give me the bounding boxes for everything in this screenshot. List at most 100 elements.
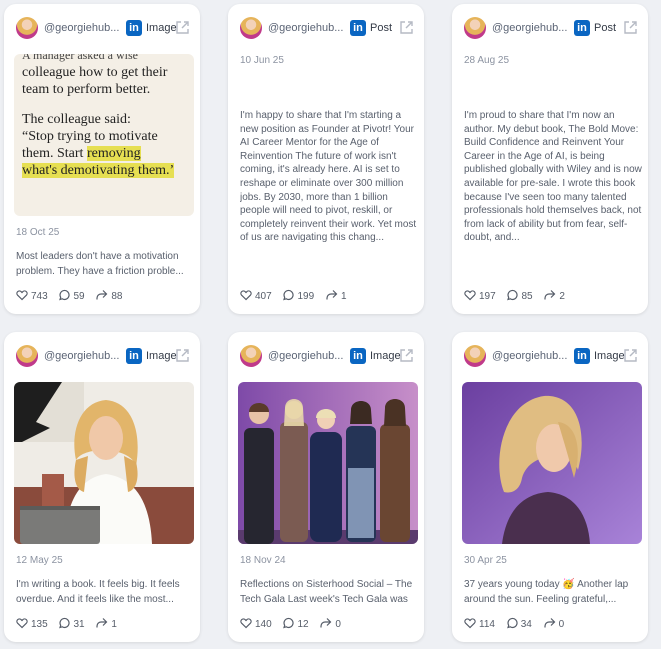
share-icon: [326, 290, 338, 300]
post-card[interactable]: @georgiehub... in Post 10 Jun 25 I'm hap…: [228, 4, 424, 314]
likes-count: 743: [31, 291, 48, 302]
post-text: I'm happy to share that I'm starting a n…: [240, 110, 417, 244]
likes-stat: 197: [464, 289, 496, 302]
reposts-stat: 1: [325, 289, 347, 302]
heart-icon: [464, 290, 476, 301]
share-icon: [96, 290, 108, 300]
external-link-icon[interactable]: [175, 20, 190, 35]
card-header: @georgiehub... in Post: [464, 17, 638, 43]
comments-stat: 59: [58, 289, 85, 302]
comments-stat: 31: [58, 617, 85, 630]
book-line-group: what's demotivating them.’: [22, 162, 194, 179]
likes-stat: 743: [16, 289, 48, 302]
post-type-label: Image: [146, 22, 177, 34]
reposts-stat: 1: [95, 617, 117, 630]
book-line: them. Start: [22, 146, 87, 161]
avatar[interactable]: [240, 17, 262, 39]
share-icon: [320, 618, 332, 628]
avatar[interactable]: [16, 17, 38, 39]
post-type-label: Image: [594, 350, 625, 362]
external-link-icon[interactable]: [623, 348, 638, 363]
reposts-stat: 88: [95, 289, 123, 302]
post-image-group-photo[interactable]: [238, 382, 418, 544]
external-link-icon[interactable]: [399, 348, 414, 363]
post-card[interactable]: @georgiehub... in Image A manager asked …: [4, 4, 200, 314]
likes-count: 407: [255, 291, 272, 302]
post-text: Reflections on Sisterhood Social – The T…: [240, 579, 413, 605]
post-type-label: Post: [594, 22, 617, 34]
author-handle[interactable]: @georgiehub...: [44, 22, 120, 34]
share-icon: [96, 618, 108, 628]
comments-count: 12: [297, 619, 309, 630]
book-line: The colleague said:: [22, 112, 131, 127]
engagement-stats: 135 31 1: [16, 617, 125, 631]
reposts-count: 88: [111, 291, 123, 302]
post-date: 18 Nov 24: [240, 555, 286, 566]
card-header: @georgiehub... in Image: [464, 345, 638, 371]
comments-count: 199: [297, 291, 315, 302]
comment-icon: [507, 289, 519, 301]
reposts-stat: 0: [319, 617, 341, 630]
book-line-group: them. Start removing: [22, 145, 194, 162]
avatar[interactable]: [16, 345, 38, 367]
author-handle[interactable]: @georgiehub...: [268, 22, 344, 34]
likes-count: 135: [31, 619, 48, 630]
reposts-count: 0: [558, 619, 565, 630]
author-handle[interactable]: @georgiehub...: [492, 22, 568, 34]
linkedin-icon: in: [350, 348, 366, 364]
comment-icon: [283, 617, 295, 629]
likes-stat: 407: [240, 289, 272, 302]
post-text: I'm writing a book. It feels big. It fee…: [16, 579, 180, 605]
external-link-icon[interactable]: [623, 20, 638, 35]
engagement-stats: 197 85 2: [464, 289, 573, 303]
comments-stat: 199: [282, 289, 314, 302]
post-type-label: Image: [146, 350, 177, 362]
post-text: 37 years young today 🥳 Another lap aroun…: [464, 579, 629, 605]
linkedin-icon: in: [574, 20, 590, 36]
comment-icon: [283, 289, 295, 301]
post-card[interactable]: @georgiehub... in Post 28 Aug 25 I'm pro…: [452, 4, 648, 314]
highlighted-word: removing: [86, 146, 141, 161]
post-type-label: Image: [370, 350, 401, 362]
reposts-count: 1: [340, 291, 347, 302]
comment-icon: [59, 617, 71, 629]
external-link-icon[interactable]: [175, 348, 190, 363]
book-line: team to perform better.: [22, 82, 151, 97]
avatar[interactable]: [240, 345, 262, 367]
heart-icon: [16, 618, 28, 629]
post-date: 10 Jun 25: [240, 55, 284, 66]
author-handle[interactable]: @georgiehub...: [44, 350, 120, 362]
avatar[interactable]: [464, 345, 486, 367]
heart-icon: [240, 290, 252, 301]
post-image-portrait[interactable]: [462, 382, 642, 544]
comment-icon: [59, 289, 71, 301]
engagement-stats: 743 59 88: [16, 289, 131, 303]
author-handle[interactable]: @georgiehub...: [492, 350, 568, 362]
card-header: @georgiehub... in Image: [16, 17, 190, 43]
post-card[interactable]: @georgiehub... in Image 18 Nov 24 Reflec…: [228, 332, 424, 642]
external-link-icon[interactable]: [399, 20, 414, 35]
post-image-woman-laptop[interactable]: [14, 382, 194, 544]
reposts-count: 0: [335, 619, 341, 630]
post-image-book-page[interactable]: A manager asked a wise colleague how to …: [14, 54, 194, 216]
comments-count: 85: [521, 291, 533, 302]
post-date: 12 May 25: [16, 555, 63, 566]
comments-count: 34: [520, 619, 532, 630]
linkedin-icon: in: [574, 348, 590, 364]
post-date: 18 Oct 25: [16, 227, 60, 238]
post-card[interactable]: @georgiehub... in Image 30 Apr 25 37 yea…: [452, 332, 648, 642]
engagement-stats: 114 34 0: [464, 617, 572, 631]
post-text: Most leaders don't have a motivation pro…: [16, 251, 184, 277]
avatar[interactable]: [464, 17, 486, 39]
book-line: “Stop trying to motivate: [22, 129, 158, 144]
likes-stat: 135: [16, 617, 48, 630]
linkedin-icon: in: [126, 348, 142, 364]
card-header: @georgiehub... in Image: [240, 345, 414, 371]
post-card[interactable]: @georgiehub... in Image 12 May 25 I'm wr…: [4, 332, 200, 642]
author-handle[interactable]: @georgiehub...: [268, 350, 344, 362]
likes-stat: 114: [464, 617, 495, 630]
post-date: 28 Aug 25: [464, 55, 510, 66]
linkedin-icon: in: [126, 20, 142, 36]
share-icon: [544, 290, 556, 300]
engagement-stats: 407 199 1: [240, 289, 355, 303]
